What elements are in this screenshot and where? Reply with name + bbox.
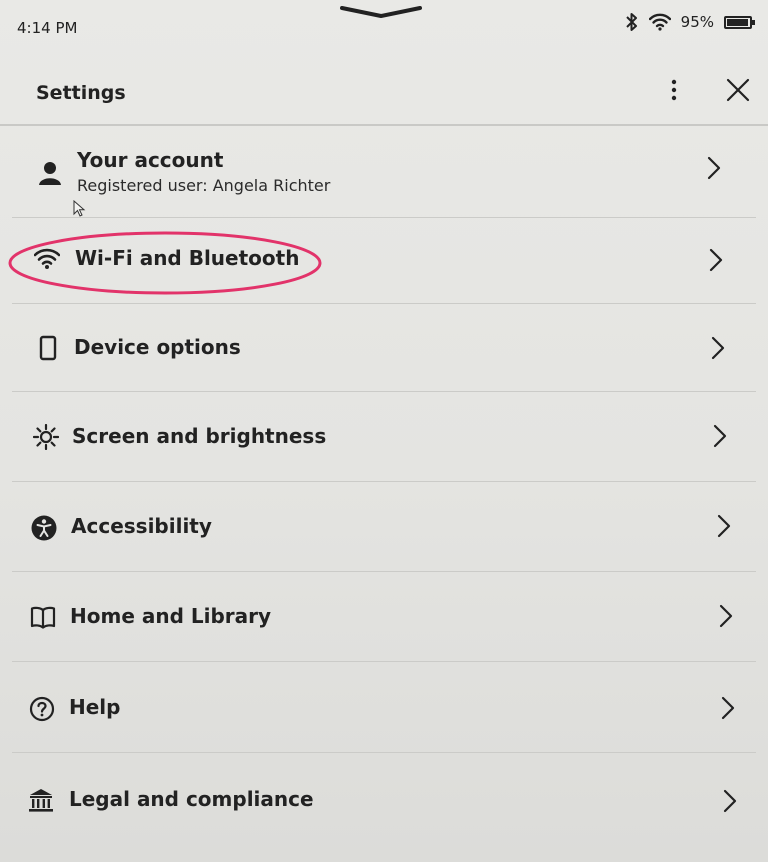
person-icon xyxy=(39,162,61,185)
status-time: 4:14 PM xyxy=(17,19,78,37)
chevron-right-icon xyxy=(717,514,731,538)
page-title: Settings xyxy=(36,82,126,104)
more-options-icon[interactable] xyxy=(662,78,686,102)
settings-item-legal-compliance[interactable]: Legal and compliance xyxy=(0,753,768,853)
close-icon[interactable] xyxy=(725,77,751,103)
settings-item-label: Device options xyxy=(74,335,241,359)
chevron-right-icon xyxy=(711,336,725,360)
bank-icon xyxy=(29,789,53,812)
settings-item-label: Legal and compliance xyxy=(69,787,314,811)
battery-icon xyxy=(724,15,755,29)
settings-item-home-library[interactable]: Home and Library xyxy=(0,572,768,662)
chevron-right-icon xyxy=(707,156,721,180)
settings-header: Settings xyxy=(0,58,768,126)
chevron-right-icon xyxy=(723,789,737,813)
settings-item-your-account[interactable]: Your account Registered user: Angela Ric… xyxy=(0,126,768,218)
settings-item-wifi-bluetooth[interactable]: Wi-Fi and Bluetooth xyxy=(0,218,768,304)
chevron-right-icon xyxy=(719,604,733,628)
settings-item-device-options[interactable]: Device options xyxy=(0,304,768,392)
accessibility-icon xyxy=(31,515,57,541)
settings-item-accessibility[interactable]: Accessibility xyxy=(0,482,768,572)
settings-item-subtitle: Registered user: Angela Richter xyxy=(77,176,331,195)
battery-percent: 95% xyxy=(680,13,714,31)
settings-list: Your account Registered user: Angela Ric… xyxy=(0,126,768,853)
pull-down-handle-icon[interactable] xyxy=(340,5,422,19)
settings-item-label: Screen and brightness xyxy=(72,424,327,448)
chevron-right-icon xyxy=(721,696,735,720)
bluetooth-icon xyxy=(625,13,637,31)
chevron-right-icon xyxy=(713,424,727,448)
settings-item-label: Wi-Fi and Bluetooth xyxy=(75,246,300,270)
settings-item-help[interactable]: Help xyxy=(0,662,768,753)
wifi-icon xyxy=(34,248,60,269)
settings-item-label: Home and Library xyxy=(70,604,272,628)
settings-item-screen-brightness[interactable]: Screen and brightness xyxy=(0,392,768,482)
wifi-icon xyxy=(648,13,671,31)
help-icon xyxy=(29,696,55,722)
book-icon xyxy=(30,606,56,629)
device-icon xyxy=(39,335,57,361)
brightness-icon xyxy=(33,424,59,450)
status-bar: 4:14 PM 95% xyxy=(0,0,768,48)
chevron-right-icon xyxy=(709,248,723,272)
settings-item-label: Accessibility xyxy=(71,514,212,538)
settings-item-label: Help xyxy=(69,695,121,719)
status-icons: 95% xyxy=(625,11,755,33)
settings-item-label: Your account xyxy=(77,148,224,172)
